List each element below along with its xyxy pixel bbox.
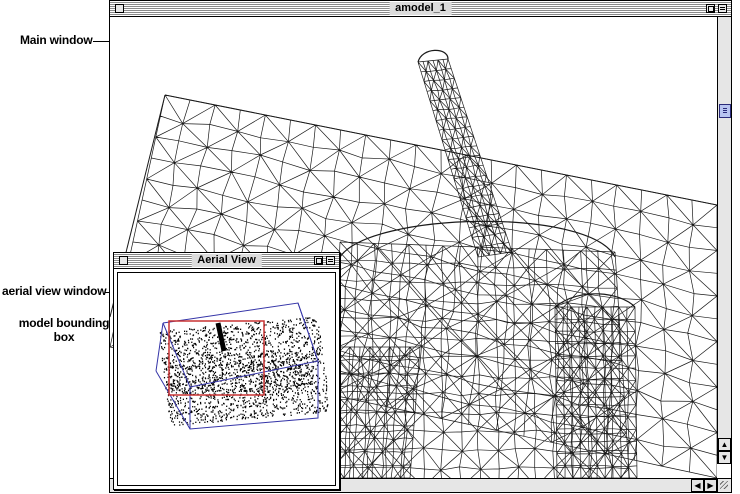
zoom-box-icon[interactable] <box>706 4 715 13</box>
main-window-titlebar[interactable]: amodel_1 <box>110 1 731 17</box>
callout-model-bounding-box-line1: model bounding <box>18 316 110 330</box>
scroll-up-arrow-icon[interactable]: ▲ <box>718 438 731 451</box>
scroll-left-arrow-icon[interactable]: ◀ <box>691 479 704 492</box>
aerial-view-title: Aerial View <box>191 254 262 267</box>
aerial-close-box-icon[interactable] <box>119 256 128 265</box>
bounding-box-edge-back <box>297 302 319 362</box>
aerial-model-cloud <box>159 317 329 426</box>
close-box-icon[interactable] <box>115 4 124 13</box>
callout-model-bounding-box: model bounding box <box>12 316 116 344</box>
callout-model-bounding-box-line2: box <box>53 330 75 344</box>
vertical-scroll-thumb[interactable] <box>719 104 731 118</box>
aerial-overview[interactable] <box>118 273 335 485</box>
scroll-down-arrow-icon[interactable]: ▼ <box>718 451 731 464</box>
main-window-title: amodel_1 <box>389 2 452 15</box>
main-vertical-scrollbar[interactable]: ▲ ▼ <box>717 17 731 464</box>
aerial-zoom-box-icon[interactable] <box>314 256 323 265</box>
resize-grip-icon[interactable] <box>717 478 731 492</box>
aerial-view-window: Aerial View <box>113 252 340 490</box>
mesh-plate-edge-top <box>164 94 717 206</box>
aerial-pipe <box>215 322 227 352</box>
aerial-collapse-box-icon[interactable] <box>326 256 335 265</box>
collapse-box-icon[interactable] <box>718 4 727 13</box>
callout-main-window: Main window <box>20 33 93 47</box>
aerial-view-titlebar[interactable]: Aerial View <box>114 253 339 269</box>
aerial-point-cloud <box>159 317 329 426</box>
callout-aerial-view-window: aerial view window <box>2 284 107 298</box>
aerial-viewport[interactable] <box>117 272 336 486</box>
scroll-right-arrow-icon[interactable]: ▶ <box>704 479 717 492</box>
